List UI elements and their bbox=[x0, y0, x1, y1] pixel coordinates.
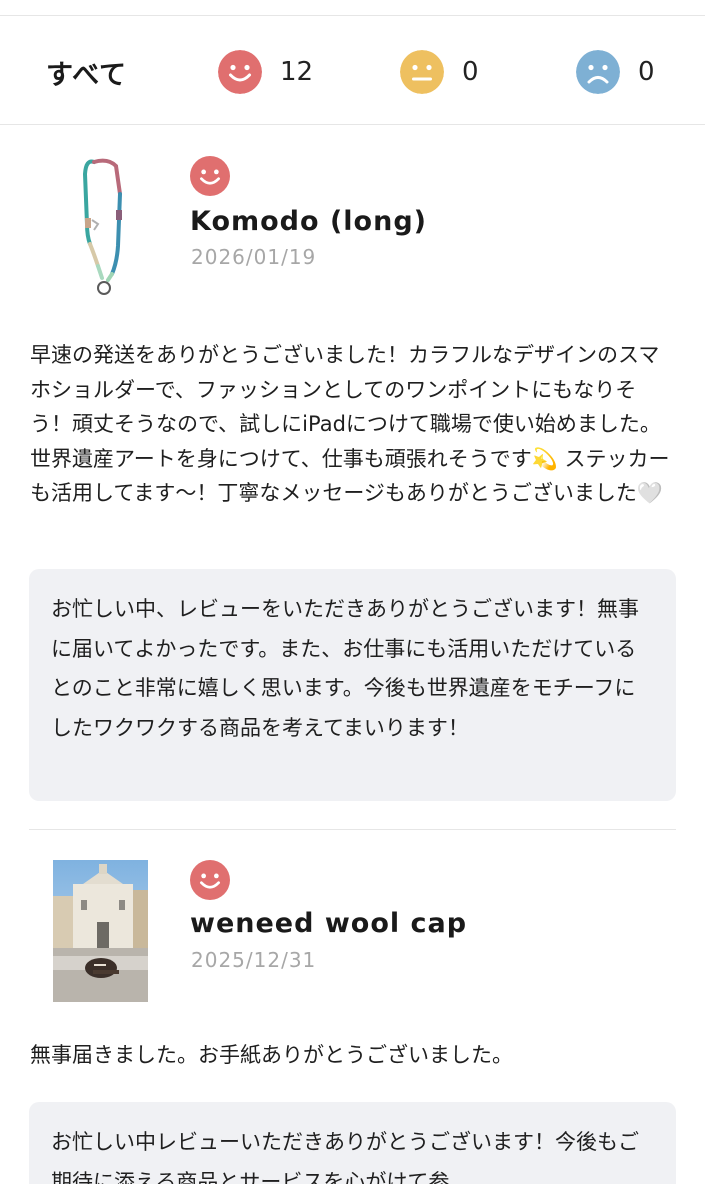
sad-face-icon bbox=[576, 50, 620, 94]
review-smile-icon bbox=[190, 860, 230, 900]
review-divider bbox=[29, 829, 676, 830]
filter-good-tab[interactable]: 12 bbox=[218, 50, 313, 94]
seller-reply: お忙しい中、レビューをいただきありがとうございます！無事に届いてよかったです。ま… bbox=[29, 569, 676, 801]
bad-count: 0 bbox=[638, 57, 655, 87]
review-text: 早速の発送をありがとうございました！カラフルなデザインのスマホショルダーで、ファ… bbox=[30, 343, 670, 505]
bottom-fade bbox=[0, 1184, 705, 1200]
review-date: 2025/12/31 bbox=[191, 948, 317, 972]
smile-face-icon bbox=[218, 50, 262, 94]
product-name[interactable]: Komodo (long) bbox=[190, 206, 427, 237]
neutral-face-icon bbox=[400, 50, 444, 94]
product-image-cap[interactable] bbox=[53, 860, 148, 1002]
product-name[interactable]: weneed wool cap bbox=[190, 908, 467, 939]
review-text: 無事届きました。お手紙ありがとうございました。 bbox=[30, 1043, 513, 1067]
good-count: 12 bbox=[280, 57, 314, 87]
filter-all-tab[interactable]: すべて bbox=[46, 53, 127, 92]
top-border bbox=[0, 0, 705, 16]
seller-reply-text: お忙しい中、レビューをいただきありがとうございます！無事に届いてよかったです。ま… bbox=[51, 597, 639, 740]
product-image-strap[interactable] bbox=[72, 154, 132, 302]
review-smile-icon bbox=[190, 156, 230, 196]
filter-neutral-tab[interactable]: 0 bbox=[400, 50, 479, 94]
filter-bad-tab[interactable]: 0 bbox=[576, 50, 655, 94]
review-date: 2026/01/19 bbox=[191, 245, 317, 269]
rating-filter-bar: すべて 12 0 0 bbox=[0, 17, 705, 125]
neutral-count: 0 bbox=[462, 57, 479, 87]
